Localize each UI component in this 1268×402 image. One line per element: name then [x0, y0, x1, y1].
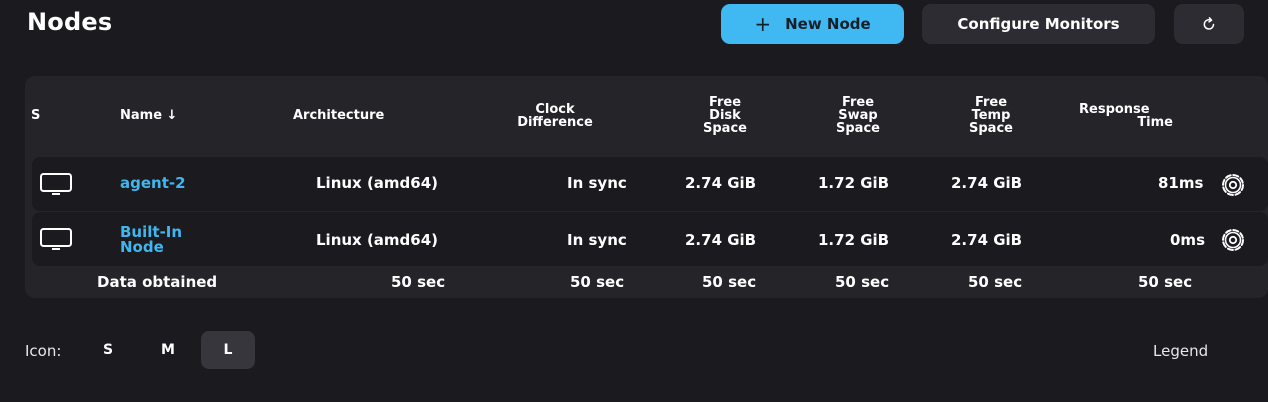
- disk-obtained: 50 sec: [702, 273, 757, 291]
- refresh-button[interactable]: [1174, 4, 1244, 44]
- node-response-time: 81ms: [1158, 174, 1204, 192]
- data-obtained-label: Data obtained: [97, 273, 218, 291]
- temp-obtained: 50 sec: [968, 273, 1023, 291]
- node-name-line2: Node: [120, 238, 164, 256]
- node-free-swap: 1.72 GiB: [818, 231, 890, 249]
- column-header-temp-line3: Space: [969, 121, 1013, 136]
- node-free-swap: 1.72 GiB: [818, 174, 890, 192]
- node-response-time: 0ms: [1170, 231, 1205, 249]
- clock-obtained: 50 sec: [570, 273, 625, 291]
- column-header-clock-difference[interactable]: Clock Difference: [495, 103, 615, 129]
- column-header-free-temp-space[interactable]: Free Temp Space: [951, 96, 1031, 135]
- gear-icon[interactable]: [1219, 171, 1247, 199]
- configure-monitors-button[interactable]: Configure Monitors: [922, 4, 1155, 44]
- column-header-name[interactable]: Name ↓: [120, 109, 177, 122]
- icon-size-s[interactable]: S: [93, 331, 123, 369]
- icon-size-l[interactable]: L: [201, 331, 255, 369]
- node-architecture: Linux (amd64): [316, 174, 439, 192]
- node-architecture: Linux (amd64): [316, 231, 439, 249]
- swap-obtained: 50 sec: [835, 273, 890, 291]
- column-header-response-time[interactable]: Response Time: [1075, 103, 1185, 129]
- architecture-obtained: 50 sec: [391, 273, 446, 291]
- column-header-free-disk-space[interactable]: Free Disk Space: [685, 96, 765, 135]
- node-free-disk: 2.74 GiB: [685, 231, 757, 249]
- column-header-swap-line3: Space: [836, 121, 880, 136]
- nodes-page: Nodes + New Node Configure Monitors S Na…: [0, 0, 1268, 402]
- page-title: Nodes: [27, 8, 113, 36]
- node-free-disk: 2.74 GiB: [685, 174, 757, 192]
- node-name-link[interactable]: agent-2: [120, 174, 186, 192]
- table-row: [32, 212, 1268, 266]
- column-header-status[interactable]: S: [31, 109, 40, 122]
- new-node-label: New Node: [785, 15, 871, 33]
- node-free-temp: 2.74 GiB: [951, 174, 1023, 192]
- legend-link[interactable]: Legend: [1153, 342, 1208, 360]
- column-header-disk-line3: Space: [703, 121, 747, 136]
- column-header-architecture[interactable]: Architecture: [293, 109, 384, 122]
- computer-icon: [40, 173, 72, 195]
- table-row: [32, 157, 1268, 211]
- response-obtained: 50 sec: [1138, 273, 1193, 291]
- icon-size-label: Icon:: [25, 342, 62, 360]
- column-header-response-line2: Time: [1137, 115, 1173, 130]
- node-clock-difference: In sync: [567, 231, 627, 249]
- icon-size-m[interactable]: M: [152, 331, 184, 369]
- column-header-clock-line2: Difference: [517, 115, 593, 130]
- node-name-link[interactable]: Built-In Node: [120, 225, 182, 255]
- computer-icon: [40, 228, 72, 250]
- refresh-icon: [1203, 17, 1215, 30]
- new-node-button[interactable]: + New Node: [721, 4, 904, 44]
- node-free-temp: 2.74 GiB: [951, 231, 1023, 249]
- node-clock-difference: In sync: [567, 174, 627, 192]
- gear-icon[interactable]: [1219, 226, 1247, 254]
- plus-icon: +: [754, 12, 772, 36]
- column-header-free-swap-space[interactable]: Free Swap Space: [818, 96, 898, 135]
